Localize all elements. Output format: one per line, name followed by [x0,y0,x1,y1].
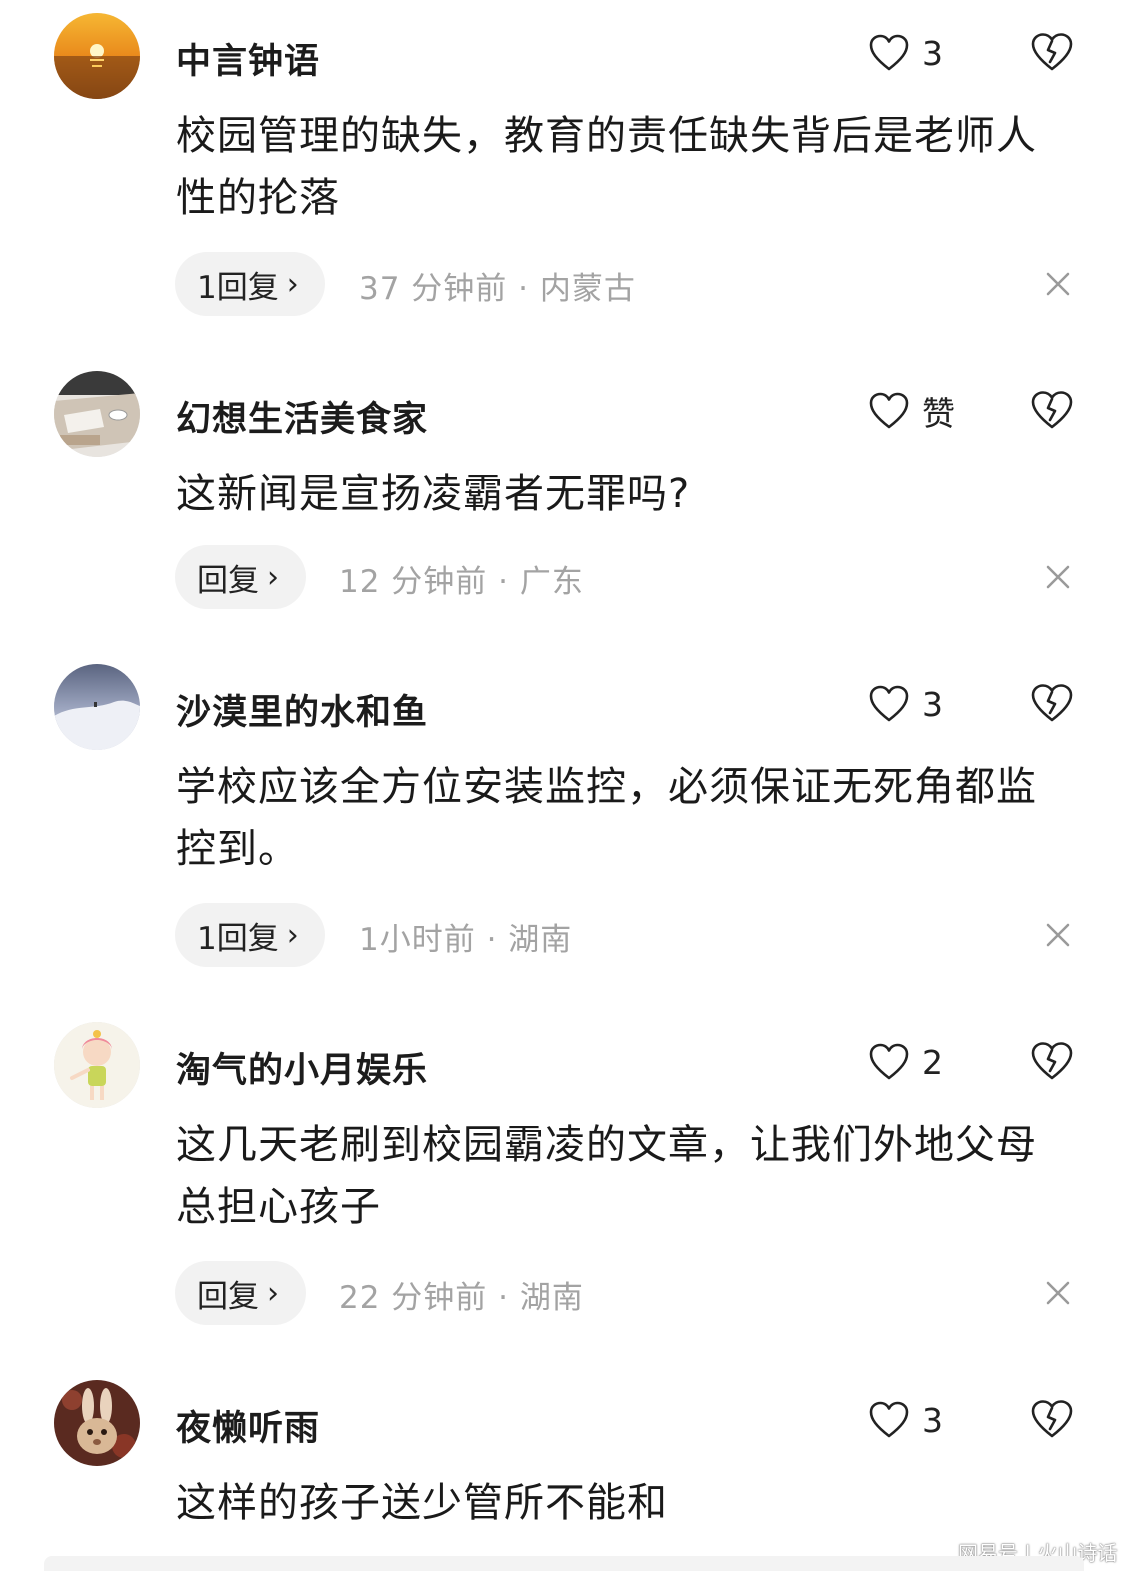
close-button[interactable] [1044,270,1072,298]
avatar[interactable] [54,13,140,99]
comment-meta: 1小时前 · 湖南 [359,922,573,958]
like-count: 3 [922,1400,943,1440]
like-button[interactable]: 2 [868,1040,943,1084]
username[interactable]: 中言钟语 [176,33,320,84]
chevron-right-icon: › [267,559,279,595]
close-icon [1046,1281,1070,1305]
chevron-right-icon: › [286,266,299,302]
broken-heart-icon [1031,1400,1073,1438]
heart-icon [869,392,909,429]
comment-text: 校园管理的缺失，教育的责任缺失背后是老师人性的抡落 [176,113,1037,221]
broken-heart-icon [1031,33,1073,71]
close-icon [1046,272,1070,296]
reply-label: 1回复 [197,920,279,957]
close-icon [1046,565,1070,589]
username[interactable]: 淘气的小月娱乐 [176,1042,428,1093]
close-button[interactable] [1044,921,1072,949]
username[interactable]: 幻想生活美食家 [176,391,428,442]
chevron-right-icon: › [267,1275,279,1311]
reply-label: 回复 [197,562,259,599]
close-icon [1046,923,1070,947]
reply-label: 回复 [197,1278,259,1315]
dislike-button[interactable] [1030,31,1074,73]
reply-button[interactable]: 1回复 › [175,252,325,316]
like-count: 赞 [922,394,955,433]
heart-icon [869,685,909,722]
like-button[interactable]: 赞 [868,389,955,433]
close-button[interactable] [1044,563,1072,591]
close-button[interactable] [1044,1279,1072,1307]
comment-text: 这几天老刷到校园霸凌的文章，让我们外地父母总担心孩子 [176,1122,1037,1230]
dislike-button[interactable] [1030,389,1074,431]
like-button[interactable]: 3 [868,682,943,726]
like-count: 3 [922,33,943,73]
heart-icon [869,1401,909,1438]
avatar[interactable] [54,664,140,750]
broken-heart-icon [1031,684,1073,722]
like-count: 2 [922,1042,943,1082]
comment-text: 学校应该全方位安装监控，必须保证无死角都监控到。 [176,764,1037,872]
broken-heart-icon [1031,391,1073,429]
comment-meta: 37 分钟前 · 内蒙古 [359,271,636,307]
comment-text: 这样的孩子送少管所不能和 [176,1480,668,1526]
comment-text: 这新闻是宣扬凌霸者无罪吗? [176,471,691,517]
dislike-button[interactable] [1030,1398,1074,1440]
broken-heart-icon [1031,1042,1073,1080]
avatar[interactable] [54,371,140,457]
like-button[interactable]: 3 [868,1398,943,1442]
like-count: 3 [922,684,943,724]
username[interactable]: 夜懒听雨 [176,1400,320,1451]
reply-button[interactable]: 回复 › [175,1261,306,1325]
avatar[interactable] [54,1380,140,1466]
bottom-bar [44,1556,1084,1571]
chevron-right-icon: › [286,917,299,953]
dislike-button[interactable] [1030,682,1074,724]
username[interactable]: 沙漠里的水和鱼 [176,684,428,735]
comment-meta: 12 分钟前 · 广东 [339,564,584,600]
heart-icon [869,1043,909,1080]
avatar[interactable] [54,1022,140,1108]
comment-meta: 22 分钟前 · 湖南 [339,1280,584,1316]
like-button[interactable]: 3 [868,31,943,75]
reply-button[interactable]: 1回复 › [175,903,325,967]
dislike-button[interactable] [1030,1040,1074,1082]
reply-label: 1回复 [197,269,279,306]
reply-button[interactable]: 回复 › [175,545,306,609]
heart-icon [869,34,909,71]
